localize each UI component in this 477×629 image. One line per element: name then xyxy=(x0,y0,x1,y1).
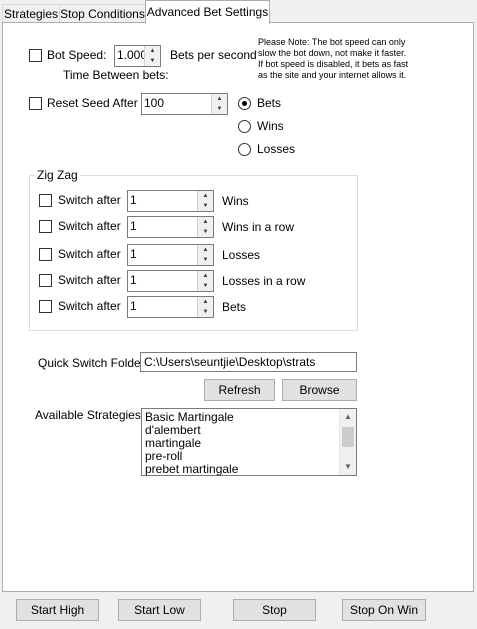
spinner-arrows: ▲ ▼ xyxy=(197,217,213,237)
down-arrow-icon[interactable]: ▼ xyxy=(198,307,213,317)
switch-after-label: Switch after xyxy=(58,247,121,261)
tab-strategies[interactable]: Strategies xyxy=(2,4,60,23)
spinner-arrows: ▲ ▼ xyxy=(197,271,213,291)
available-strategies-label: Available Strategies: xyxy=(35,408,145,422)
down-arrow-icon[interactable]: ▼ xyxy=(198,281,213,291)
stop-on-win-button[interactable]: Stop On Win xyxy=(342,599,426,621)
quick-switch-folder-input[interactable]: C:\Users\seuntjie\Desktop\strats xyxy=(140,352,357,372)
spinner-arrows: ▲ ▼ xyxy=(197,297,213,317)
down-arrow-icon[interactable]: ▼ xyxy=(145,56,160,66)
radio-losses[interactable] xyxy=(238,143,251,156)
bot-speed-label: Bot Speed: xyxy=(47,48,107,62)
switch-after-label: Switch after xyxy=(58,193,121,207)
zigzag-checkbox[interactable] xyxy=(39,300,52,313)
zigzag-spinner[interactable]: 1 ▲ ▼ xyxy=(127,296,214,318)
reset-seed-checkbox[interactable] xyxy=(29,97,42,110)
radio-wins[interactable] xyxy=(238,120,251,133)
bets-per-second-label: Bets per second xyxy=(170,48,257,62)
spinner-arrows: ▲ ▼ xyxy=(197,191,213,211)
up-arrow-icon[interactable]: ▲ xyxy=(198,271,213,281)
bot-speed-checkbox[interactable] xyxy=(29,49,42,62)
zigzag-value: 1 xyxy=(130,299,137,313)
zigzag-spinner[interactable]: 1 ▲ ▼ xyxy=(127,270,214,292)
zigzag-checkbox[interactable] xyxy=(39,194,52,207)
zigzag-unit-label: Losses in a row xyxy=(222,274,306,288)
switch-after-label: Switch after xyxy=(58,273,121,287)
down-arrow-icon[interactable]: ▼ xyxy=(212,104,227,114)
tab-stop-conditions[interactable]: Stop Conditions xyxy=(59,4,146,23)
zigzag-title: Zig Zag xyxy=(35,168,80,182)
zigzag-unit-label: Wins xyxy=(222,194,249,208)
zigzag-value: 1 xyxy=(130,219,137,233)
scroll-down-icon[interactable]: ▼ xyxy=(340,459,356,475)
available-strategies-list[interactable]: Basic Martingale d'alembert martingale p… xyxy=(141,408,357,476)
zigzag-spinner[interactable]: 1 ▲ ▼ xyxy=(127,216,214,238)
stop-button[interactable]: Stop xyxy=(233,599,316,621)
list-item[interactable]: prebet martingale xyxy=(145,463,238,476)
note-line: as the site and your internet allows it. xyxy=(258,70,407,80)
quick-switch-folder-label: Quick Switch Folder: xyxy=(38,356,149,370)
up-arrow-icon[interactable]: ▲ xyxy=(198,191,213,201)
radio-losses-label: Losses xyxy=(257,142,296,156)
browse-button[interactable]: Browse xyxy=(282,379,357,401)
scroll-thumb[interactable] xyxy=(342,427,354,447)
note-line: If bot speed is disabled, it bets as fas… xyxy=(258,59,409,69)
time-between-bets-label: Time Between bets: xyxy=(63,68,169,82)
bot-speed-spinner[interactable]: 1.000 ▲ ▼ xyxy=(114,45,161,67)
zigzag-spinner[interactable]: 1 ▲ ▼ xyxy=(127,244,214,266)
refresh-button[interactable]: Refresh xyxy=(204,379,275,401)
up-arrow-icon[interactable]: ▲ xyxy=(198,297,213,307)
tab-bar: Strategies Stop Conditions Advanced Bet … xyxy=(0,0,477,24)
spinner-arrows: ▲ ▼ xyxy=(144,46,160,66)
zigzag-checkbox[interactable] xyxy=(39,220,52,233)
bot-speed-value: 1.000 xyxy=(117,48,148,62)
zigzag-spinner[interactable]: 1 ▲ ▼ xyxy=(127,190,214,212)
scroll-up-icon[interactable]: ▲ xyxy=(340,409,356,425)
note-line: Please Note: The bot speed can only xyxy=(258,37,406,47)
zigzag-value: 1 xyxy=(130,247,137,261)
switch-after-label: Switch after xyxy=(58,299,121,313)
reset-seed-label: Reset Seed After xyxy=(47,96,138,110)
down-arrow-icon[interactable]: ▼ xyxy=(198,255,213,265)
zigzag-unit-label: Losses xyxy=(222,248,261,262)
radio-bets-label: Bets xyxy=(257,96,282,110)
radio-wins-label: Wins xyxy=(257,119,284,133)
zigzag-checkbox[interactable] xyxy=(39,274,52,287)
spinner-arrows: ▲ ▼ xyxy=(211,94,227,114)
zigzag-value: 1 xyxy=(130,273,137,287)
note-line: slow the bot down, not make it faster. xyxy=(258,48,407,58)
zigzag-value: 1 xyxy=(130,193,137,207)
zigzag-unit-label: Wins in a row xyxy=(222,220,295,234)
up-arrow-icon[interactable]: ▲ xyxy=(212,94,227,104)
up-arrow-icon[interactable]: ▲ xyxy=(145,46,160,56)
up-arrow-icon[interactable]: ▲ xyxy=(198,245,213,255)
switch-after-label: Switch after xyxy=(58,219,121,233)
reset-seed-spinner[interactable]: 100 ▲ ▼ xyxy=(141,93,228,115)
spinner-arrows: ▲ ▼ xyxy=(197,245,213,265)
up-arrow-icon[interactable]: ▲ xyxy=(198,217,213,227)
zigzag-unit-label: Bets xyxy=(222,300,247,314)
start-high-button[interactable]: Start High xyxy=(16,599,99,621)
down-arrow-icon[interactable]: ▼ xyxy=(198,201,213,211)
reset-seed-value: 100 xyxy=(144,96,165,110)
down-arrow-icon[interactable]: ▼ xyxy=(198,227,213,237)
radio-bets[interactable] xyxy=(238,97,251,110)
list-scrollbar[interactable]: ▲ ▼ xyxy=(339,409,356,475)
tab-advanced-bet-settings[interactable]: Advanced Bet Settings xyxy=(145,0,270,24)
zigzag-checkbox[interactable] xyxy=(39,248,52,261)
start-low-button[interactable]: Start Low xyxy=(118,599,201,621)
bot-speed-note: Please Note: The bot speed can only slow… xyxy=(258,37,408,81)
